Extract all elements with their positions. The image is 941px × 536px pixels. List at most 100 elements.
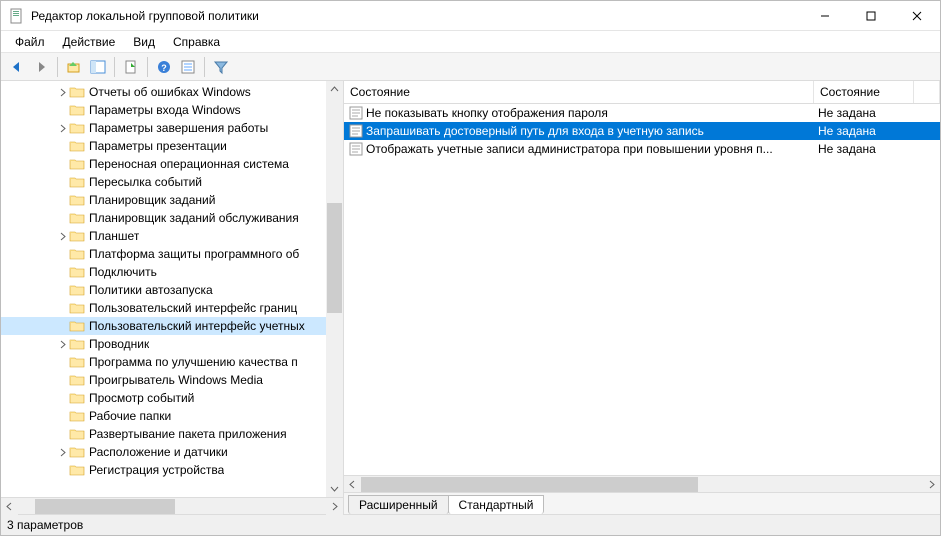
up-button[interactable]: [63, 56, 85, 78]
scroll-thumb[interactable]: [327, 203, 342, 313]
menu-file[interactable]: Файл: [7, 33, 53, 51]
scroll-down-button[interactable]: [326, 480, 343, 497]
tree-item[interactable]: Пользовательский интерфейс учетных: [1, 317, 343, 335]
tree-item-label: Регистрация устройства: [89, 463, 224, 477]
chevron-right-icon[interactable]: [56, 338, 69, 351]
list-row[interactable]: Не показывать кнопку отображения пароляН…: [344, 104, 940, 122]
content-area: Отчеты об ошибках Windows Параметры входа…: [1, 81, 940, 514]
help-button[interactable]: ?: [153, 56, 175, 78]
scroll-left-button[interactable]: [344, 476, 361, 493]
tree-item[interactable]: Планшет: [1, 227, 343, 245]
window-title: Редактор локальной групповой политики: [31, 9, 802, 23]
tree-item-label: Развертывание пакета приложения: [89, 427, 287, 441]
tab-standard[interactable]: Стандартный: [448, 495, 545, 514]
folder-icon: [69, 391, 85, 405]
chevron-right-icon[interactable]: [56, 446, 69, 459]
export-button[interactable]: [120, 56, 142, 78]
tree-item[interactable]: Планировщик заданий обслуживания: [1, 209, 343, 227]
folder-icon: [69, 103, 85, 117]
tree-item-label: Программа по улучшению качества п: [89, 355, 298, 369]
horizontal-scrollbar[interactable]: [344, 475, 940, 492]
folder-icon: [69, 229, 85, 243]
tree-item[interactable]: Планировщик заданий: [1, 191, 343, 209]
chevron-right-icon[interactable]: [56, 86, 69, 99]
list-body[interactable]: Не показывать кнопку отображения пароляН…: [344, 104, 940, 475]
folder-icon: [69, 373, 85, 387]
tree-item-label: Платформа защиты программного об: [89, 247, 299, 261]
tab-extended[interactable]: Расширенный: [348, 495, 449, 514]
tree-item[interactable]: Просмотр событий: [1, 389, 343, 407]
setting-icon: [348, 141, 364, 157]
tree-item[interactable]: Переносная операционная система: [1, 155, 343, 173]
folder-icon: [69, 265, 85, 279]
scroll-track[interactable]: [326, 98, 343, 480]
tree-item-label: Рабочие папки: [89, 409, 171, 423]
tree-item-label: Расположение и датчики: [89, 445, 228, 459]
chevron-right-icon[interactable]: [56, 122, 69, 135]
back-button[interactable]: [6, 56, 28, 78]
close-button[interactable]: [894, 1, 940, 30]
window-controls: [802, 1, 940, 30]
scroll-thumb[interactable]: [35, 499, 175, 514]
minimize-button[interactable]: [802, 1, 848, 30]
menubar: Файл Действие Вид Справка: [1, 31, 940, 53]
menu-view[interactable]: Вид: [125, 33, 163, 51]
menu-action[interactable]: Действие: [55, 33, 124, 51]
tree-item[interactable]: Подключить: [1, 263, 343, 281]
list-row[interactable]: Запрашивать достоверный путь для входа в…: [344, 122, 940, 140]
tree-item[interactable]: Пересылка событий: [1, 173, 343, 191]
scroll-track[interactable]: [18, 498, 326, 514]
list-row[interactable]: Отображать учетные записи администратора…: [344, 140, 940, 158]
tree-item[interactable]: Проигрыватель Windows Media: [1, 371, 343, 389]
tree-item-label: Параметры завершения работы: [89, 121, 268, 135]
tree-item[interactable]: Параметры презентации: [1, 137, 343, 155]
chevron-right-icon[interactable]: [56, 230, 69, 243]
scroll-right-button[interactable]: [923, 476, 940, 493]
scroll-thumb[interactable]: [361, 477, 698, 492]
show-hide-tree-button[interactable]: [87, 56, 109, 78]
properties-button[interactable]: [177, 56, 199, 78]
toolbar: ?: [1, 53, 940, 81]
vertical-scrollbar[interactable]: [326, 81, 343, 497]
menu-help[interactable]: Справка: [165, 33, 228, 51]
app-icon: [9, 8, 25, 24]
scroll-up-button[interactable]: [326, 81, 343, 98]
toolbar-separator: [57, 57, 58, 77]
column-header-state[interactable]: Состояние: [814, 81, 914, 103]
forward-button[interactable]: [30, 56, 52, 78]
tree-item[interactable]: Платформа защиты программного об: [1, 245, 343, 263]
tree-item[interactable]: Отчеты об ошибках Windows: [1, 83, 343, 101]
folder-icon: [69, 139, 85, 153]
folder-icon: [69, 211, 85, 225]
tree-item-label: Переносная операционная система: [89, 157, 289, 171]
tree-container[interactable]: Отчеты об ошибках Windows Параметры входа…: [1, 81, 343, 497]
setting-name-cell: Отображать учетные записи администратора…: [344, 141, 814, 157]
setting-name: Не показывать кнопку отображения пароля: [366, 106, 608, 120]
column-header-extra[interactable]: [914, 81, 940, 103]
tree-item[interactable]: Программа по улучшению качества п: [1, 353, 343, 371]
tree-item[interactable]: Параметры завершения работы: [1, 119, 343, 137]
toolbar-separator: [114, 57, 115, 77]
tree-item-label: Пользовательский интерфейс учетных: [89, 319, 305, 333]
folder-icon: [69, 175, 85, 189]
tree-item[interactable]: Рабочие папки: [1, 407, 343, 425]
tree-item[interactable]: Развертывание пакета приложения: [1, 425, 343, 443]
scroll-track[interactable]: [361, 476, 923, 492]
horizontal-scrollbar[interactable]: [1, 497, 343, 514]
tree-item-label: Пересылка событий: [89, 175, 202, 189]
titlebar[interactable]: Редактор локальной групповой политики: [1, 1, 940, 31]
scroll-left-button[interactable]: [1, 498, 18, 515]
maximize-button[interactable]: [848, 1, 894, 30]
column-header-name[interactable]: Состояние: [344, 81, 814, 103]
tree-item[interactable]: Регистрация устройства: [1, 461, 343, 479]
status-text: 3 параметров: [7, 518, 83, 532]
tree-item-label: Параметры входа Windows: [89, 103, 241, 117]
tree-item[interactable]: Политики автозапуска: [1, 281, 343, 299]
tree-item[interactable]: Пользовательский интерфейс границ: [1, 299, 343, 317]
tree-item-label: Подключить: [89, 265, 157, 279]
filter-button[interactable]: [210, 56, 232, 78]
tree-item[interactable]: Параметры входа Windows: [1, 101, 343, 119]
tree-item[interactable]: Расположение и датчики: [1, 443, 343, 461]
scroll-right-button[interactable]: [326, 498, 343, 515]
tree-item[interactable]: Проводник: [1, 335, 343, 353]
